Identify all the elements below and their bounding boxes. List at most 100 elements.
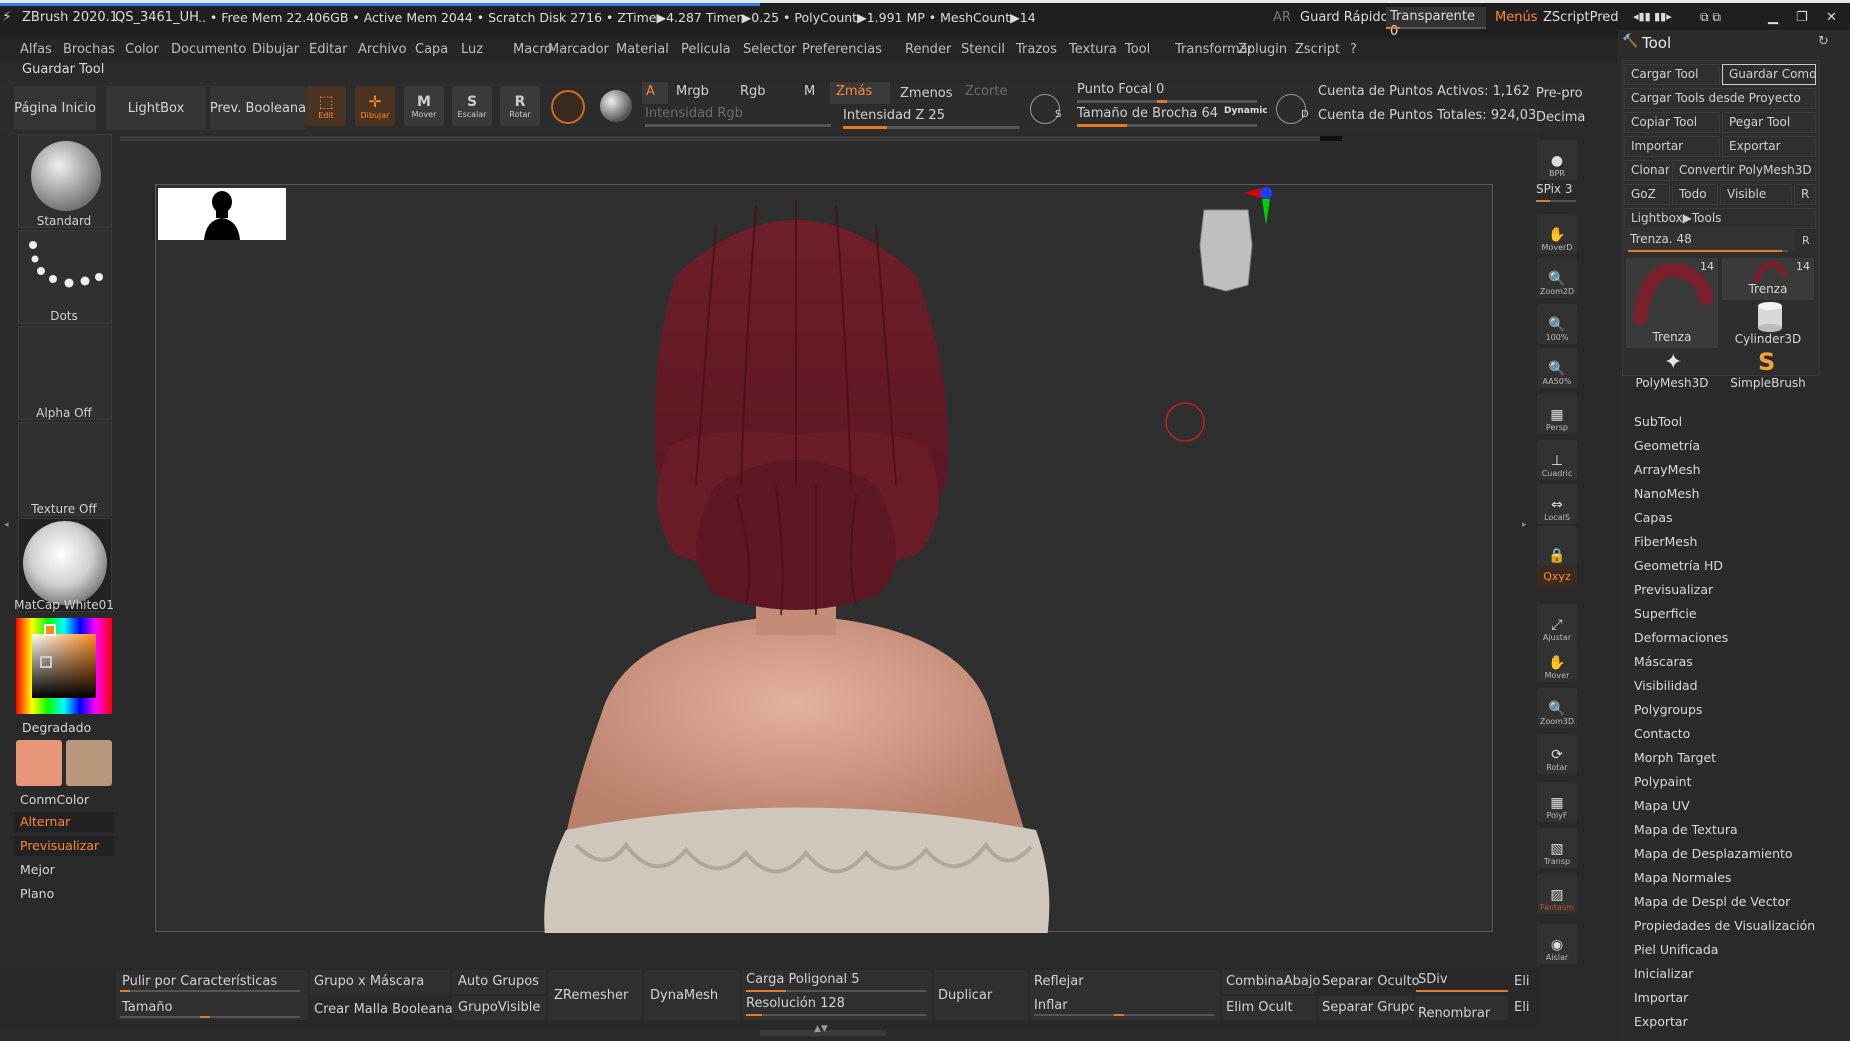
document-canvas[interactable]: [155, 184, 1494, 933]
focal-shift-icon[interactable]: S: [1030, 94, 1061, 124]
tool-thumb-trenza[interactable]: 14 Trenza: [1722, 258, 1814, 300]
plano-button[interactable]: Plano: [20, 886, 54, 901]
tool-menu-superficie[interactable]: Superficie: [1634, 606, 1697, 621]
grupo-mascara-button[interactable]: Grupo x Máscara: [314, 974, 424, 989]
main-color-swatch[interactable]: [16, 740, 62, 786]
convertir-polymesh-button[interactable]: Convertir PolyMesh3D: [1672, 160, 1816, 181]
pegar-tool-button[interactable]: Pegar Tool: [1722, 112, 1816, 133]
escalar-button[interactable]: S Escalar: [452, 86, 492, 126]
lightbox-tools-button[interactable]: Lightbox▶Tools: [1624, 208, 1816, 229]
reset-icon[interactable]: ↻: [1818, 34, 1829, 49]
layout-toggle-icon[interactable]: ◂▮▮ ▮▮▸: [1633, 10, 1672, 23]
m-toggle[interactable]: M: [804, 84, 815, 99]
menu-material[interactable]: Material: [616, 42, 669, 57]
menu-dibujar[interactable]: Dibujar: [252, 42, 299, 57]
tool-menu-nanomesh[interactable]: NanoMesh: [1634, 486, 1700, 501]
polyf-button[interactable]: ▦ PolyF: [1537, 782, 1577, 822]
color-picker[interactable]: [16, 618, 112, 714]
cargar-desde-proyecto-button[interactable]: Cargar Tools desde Proyecto: [1624, 88, 1816, 109]
xyz-button[interactable]: Qxyz: [1537, 566, 1577, 588]
eli-button-1[interactable]: Eli: [1514, 974, 1529, 989]
tool-menu-inicializar[interactable]: Inicializar: [1634, 966, 1693, 981]
menu-alfas[interactable]: Alfas: [20, 42, 52, 57]
model-viewport[interactable]: [156, 185, 1494, 933]
menu-brochas[interactable]: Brochas: [63, 42, 115, 57]
tool-menu-piel-unificada[interactable]: Piel Unificada: [1634, 942, 1718, 957]
r-button[interactable]: R: [1794, 184, 1816, 205]
menu-zplugin[interactable]: Zplugin: [1238, 42, 1287, 57]
goz-button[interactable]: GoZ: [1624, 184, 1670, 205]
fantasm-button[interactable]: ▨ Fantasm: [1537, 874, 1577, 914]
right-collapse-icon[interactable]: ▸: [1522, 520, 1527, 530]
tool-menu-exportar[interactable]: Exportar: [1634, 1014, 1688, 1029]
hue-handle[interactable]: [44, 624, 56, 636]
exportar-button[interactable]: Exportar: [1722, 136, 1816, 157]
zremesher-button[interactable]: ZRemesher: [554, 988, 628, 1003]
saturation-handle[interactable]: [40, 656, 52, 668]
separar-oculto-button[interactable]: Separar Oculto: [1322, 974, 1420, 989]
eli-button-2[interactable]: Eli: [1514, 1000, 1529, 1015]
menu-macro[interactable]: Macro: [513, 42, 552, 57]
window-layout-icon[interactable]: ⧉ ⧉: [1700, 10, 1721, 25]
renombrar-button[interactable]: Renombrar: [1418, 1006, 1490, 1021]
tool-menu-mapa-de-despl-de-vector[interactable]: Mapa de Despl de Vector: [1634, 894, 1790, 909]
importar-button[interactable]: Importar: [1624, 136, 1720, 157]
moverd-button[interactable]: ✋ MoverD: [1537, 214, 1577, 254]
menu-help[interactable]: ?: [1350, 42, 1357, 57]
zoom100-button[interactable]: 🔍 100%: [1537, 304, 1577, 344]
ajustar-button[interactable]: ⤢ Ajustar: [1537, 604, 1577, 644]
reflejar-button[interactable]: Reflejar: [1034, 974, 1084, 989]
zmas-toggle[interactable]: Zmás: [830, 82, 890, 104]
tool-menu-propiedades-de-visualizacion[interactable]: Propiedades de Visualización: [1634, 918, 1815, 933]
clonar-button[interactable]: Clonar: [1624, 160, 1670, 181]
zcorte-toggle[interactable]: Zcorte: [965, 84, 1007, 99]
trenza-r-button[interactable]: R: [1802, 234, 1810, 247]
menu-stencil[interactable]: Stencil: [961, 42, 1005, 57]
tool-menu-fibermesh[interactable]: FiberMesh: [1634, 534, 1697, 549]
lock-button[interactable]: 🔒: [1537, 526, 1577, 566]
left-collapse-icon[interactable]: ◂: [4, 520, 9, 530]
crear-malla-booleana-button[interactable]: Crear Malla Booleana: [314, 1002, 453, 1017]
menu-archivo[interactable]: Archivo: [358, 42, 407, 57]
secondary-color-swatch[interactable]: [66, 740, 112, 786]
dibujar-button[interactable]: ✛ Dibujar: [355, 86, 395, 126]
tool-menu-visibilidad[interactable]: Visibilidad: [1634, 678, 1698, 693]
duplicar-button[interactable]: Duplicar: [938, 988, 992, 1003]
zoom3d-button[interactable]: 🔍 Zoom3D: [1537, 688, 1577, 728]
tool-menu-geometria[interactable]: Geometría: [1634, 438, 1700, 453]
intensidad-rgb-slider[interactable]: Intensidad Rgb: [645, 106, 743, 121]
tool-menu-polygroups[interactable]: Polygroups: [1634, 702, 1702, 717]
pulir-slider[interactable]: Pulir por Características: [122, 974, 277, 989]
rotar-button[interactable]: ⟳ Rotar: [1537, 734, 1577, 774]
zmenos-toggle[interactable]: Zmenos: [900, 86, 953, 101]
dynamic-toggle[interactable]: Dynamic: [1224, 106, 1268, 116]
rgb-toggle[interactable]: Rgb: [740, 84, 766, 99]
bpr-button[interactable]: ● BPR: [1537, 140, 1577, 180]
menu-selector[interactable]: Selector: [743, 42, 796, 57]
tool-menu-geometria-hd[interactable]: Geometría HD: [1634, 558, 1723, 573]
intensidad-z-slider[interactable]: Intensidad Z 25: [843, 108, 945, 123]
tool-thumb-cylinder3d[interactable]: Cylinder3D: [1722, 302, 1814, 348]
bottom-collapse-handle[interactable]: ▲▼: [760, 1024, 886, 1036]
spix-control[interactable]: SPix 3: [1536, 182, 1572, 196]
prev-booleana-button[interactable]: Prev. Booleana: [210, 86, 306, 130]
tool-menu-mapa-uv[interactable]: Mapa UV: [1634, 798, 1690, 813]
mover-mode-button[interactable]: M Mover: [404, 86, 444, 126]
alternar-button[interactable]: Alternar: [14, 812, 114, 832]
menu-zscript[interactable]: Zscript: [1295, 42, 1340, 57]
menu-textura[interactable]: Textura: [1069, 42, 1117, 57]
conmcolor-button[interactable]: ConmColor: [20, 792, 89, 807]
mejor-button[interactable]: Mejor: [20, 862, 55, 877]
gizmo-icon[interactable]: [551, 90, 585, 124]
minimize-icon[interactable]: ▁: [1768, 10, 1778, 25]
tool-menu-polypaint[interactable]: Polypaint: [1634, 774, 1692, 789]
visible-button[interactable]: Visible: [1720, 184, 1792, 205]
tool-menu-deformaciones[interactable]: Deformaciones: [1634, 630, 1728, 645]
menu-luz[interactable]: Luz: [461, 42, 483, 57]
tool-menu-mapa-de-textura[interactable]: Mapa de Textura: [1634, 822, 1738, 837]
combinaabajo-button[interactable]: CombinaAbajo: [1226, 974, 1320, 989]
draw-size-icon[interactable]: D: [1276, 94, 1309, 124]
menu-render[interactable]: Render: [905, 42, 951, 57]
tool-menu-mascaras[interactable]: Máscaras: [1634, 654, 1693, 669]
edit-button[interactable]: ⬚ Edit: [306, 86, 346, 126]
